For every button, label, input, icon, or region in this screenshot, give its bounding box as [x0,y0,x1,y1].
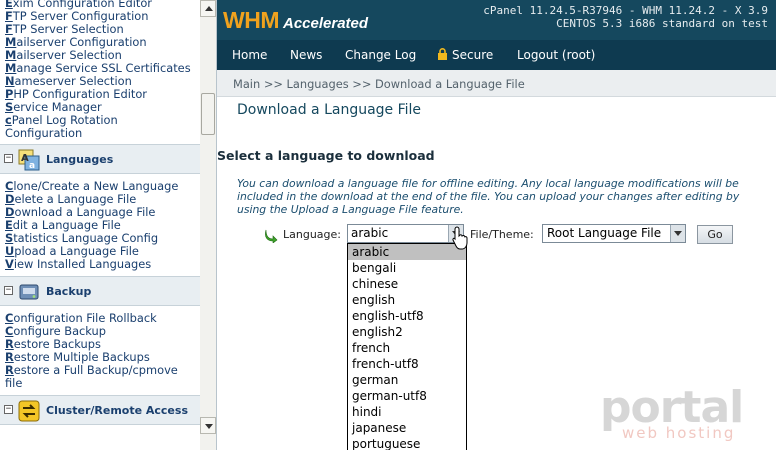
language-option[interactable]: french [348,340,466,356]
collapse-icon[interactable]: − [4,405,13,414]
logo-sub-text: Accelerated [282,15,369,32]
section-heading: Select a language to download [217,148,435,163]
language-option[interactable]: english [348,292,466,308]
language-dropdown-list[interactable]: arabic bengali chinese english english-u… [347,243,467,450]
mouse-cursor-icon [452,226,468,250]
languages-icon: A a [18,149,40,171]
sidebar-section-languages[interactable]: − A a Languages [0,144,200,174]
nav-bar: Home News Change Log Secure Logout (root… [217,40,776,70]
sidebar-section-cluster[interactable]: − Cluster/Remote Access [0,395,200,425]
file-theme-label: File/Theme: [470,228,534,241]
whm-logo[interactable]: WHM Accelerated [223,7,368,34]
nav-logout[interactable]: Logout (root) [517,48,595,62]
language-select-value: arabic [351,226,389,240]
description-text: You can download a language file for off… [237,177,740,216]
go-button[interactable]: Go [697,225,733,244]
chevron-down-icon[interactable] [670,225,685,242]
sidebar-item-view-installed-languages[interactable]: View Installed Languages [0,258,200,271]
nav-news[interactable]: News [290,48,322,62]
file-theme-select[interactable]: Root Language File [542,224,686,243]
language-option[interactable]: portuguese [348,436,466,450]
nav-change-log[interactable]: Change Log [345,48,416,62]
sidebar-scrollbar[interactable] [200,0,216,450]
svg-text:A: A [21,153,29,164]
sidebar-item-restore-full-backup-cont[interactable]: file [0,377,200,390]
watermark-tagline: web hosting [622,424,735,442]
header: WHM Accelerated cPanel 11.24.5-R37946 - W… [217,0,776,40]
sidebar-item-cpanel-log-rotation-cont[interactable]: Configuration [0,127,200,140]
os-line: CENTOS 5.3 i686 standard on test [556,17,768,30]
version-info: cPanel 11.24.5-R37946 - WHM 11.24.2 - X … [483,4,768,30]
language-option[interactable]: arabic [348,244,466,260]
sidebar-backup-list: Configuration File Rollback Configure Ba… [0,312,200,390]
file-theme-select-value: Root Language File [547,226,662,240]
breadcrumb-text[interactable]: Main >> Languages >> Download a Language… [233,77,525,91]
green-arrow-icon [265,229,278,243]
portal-logo: portal web hosting [600,382,744,442]
backup-icon [19,284,39,300]
collapse-icon[interactable]: − [4,154,13,163]
language-option[interactable]: german-utf8 [348,388,466,404]
language-option[interactable]: english-utf8 [348,308,466,324]
language-select[interactable]: arabic [347,224,464,243]
page-title: Download a Language File [237,102,422,118]
sidebar-content: Exim Configuration Editor FTP Server Con… [0,0,200,450]
cluster-icon [18,400,40,422]
sidebar-top-list: Exim Configuration Editor FTP Server Con… [0,0,200,140]
sidebar-languages-list: Clone/Create a New Language Delete a Lan… [0,180,200,271]
portal-watermark: portal web hosting [600,382,760,442]
language-option[interactable]: english2 [348,324,466,340]
scroll-thumb[interactable] [201,93,215,135]
breadcrumb: Main >> Languages >> Download a Language… [217,70,776,97]
scroll-up-button[interactable] [200,0,216,17]
language-option[interactable]: bengali [348,260,466,276]
sidebar-section-title: Languages [46,153,114,166]
sidebar-item-restore-full-backup[interactable]: Restore a Full Backup/cpmove [0,364,200,377]
language-option[interactable]: french-utf8 [348,356,466,372]
language-label: Language: [283,228,341,241]
collapse-icon[interactable]: − [4,286,13,295]
version-line: cPanel 11.24.5-R37946 - WHM 11.24.2 - X … [483,4,768,17]
sidebar-section-backup[interactable]: − Backup [0,276,200,306]
language-option[interactable]: hindi [348,404,466,420]
logo-main-text: WHM [223,7,279,33]
language-option[interactable]: japanese [348,420,466,436]
nav-home[interactable]: Home [232,48,267,62]
lock-icon [438,48,447,60]
scroll-down-button[interactable] [200,417,216,434]
sidebar: Exim Configuration Editor FTP Server Con… [0,0,217,450]
language-option[interactable]: german [348,372,466,388]
sidebar-section-title: Cluster/Remote Access [46,404,188,417]
svg-text:a: a [29,161,35,171]
nav-secure[interactable]: Secure [437,48,493,62]
nav-secure-label: Secure [452,48,494,62]
sidebar-section-title: Backup [46,285,92,298]
language-option[interactable]: chinese [348,276,466,292]
